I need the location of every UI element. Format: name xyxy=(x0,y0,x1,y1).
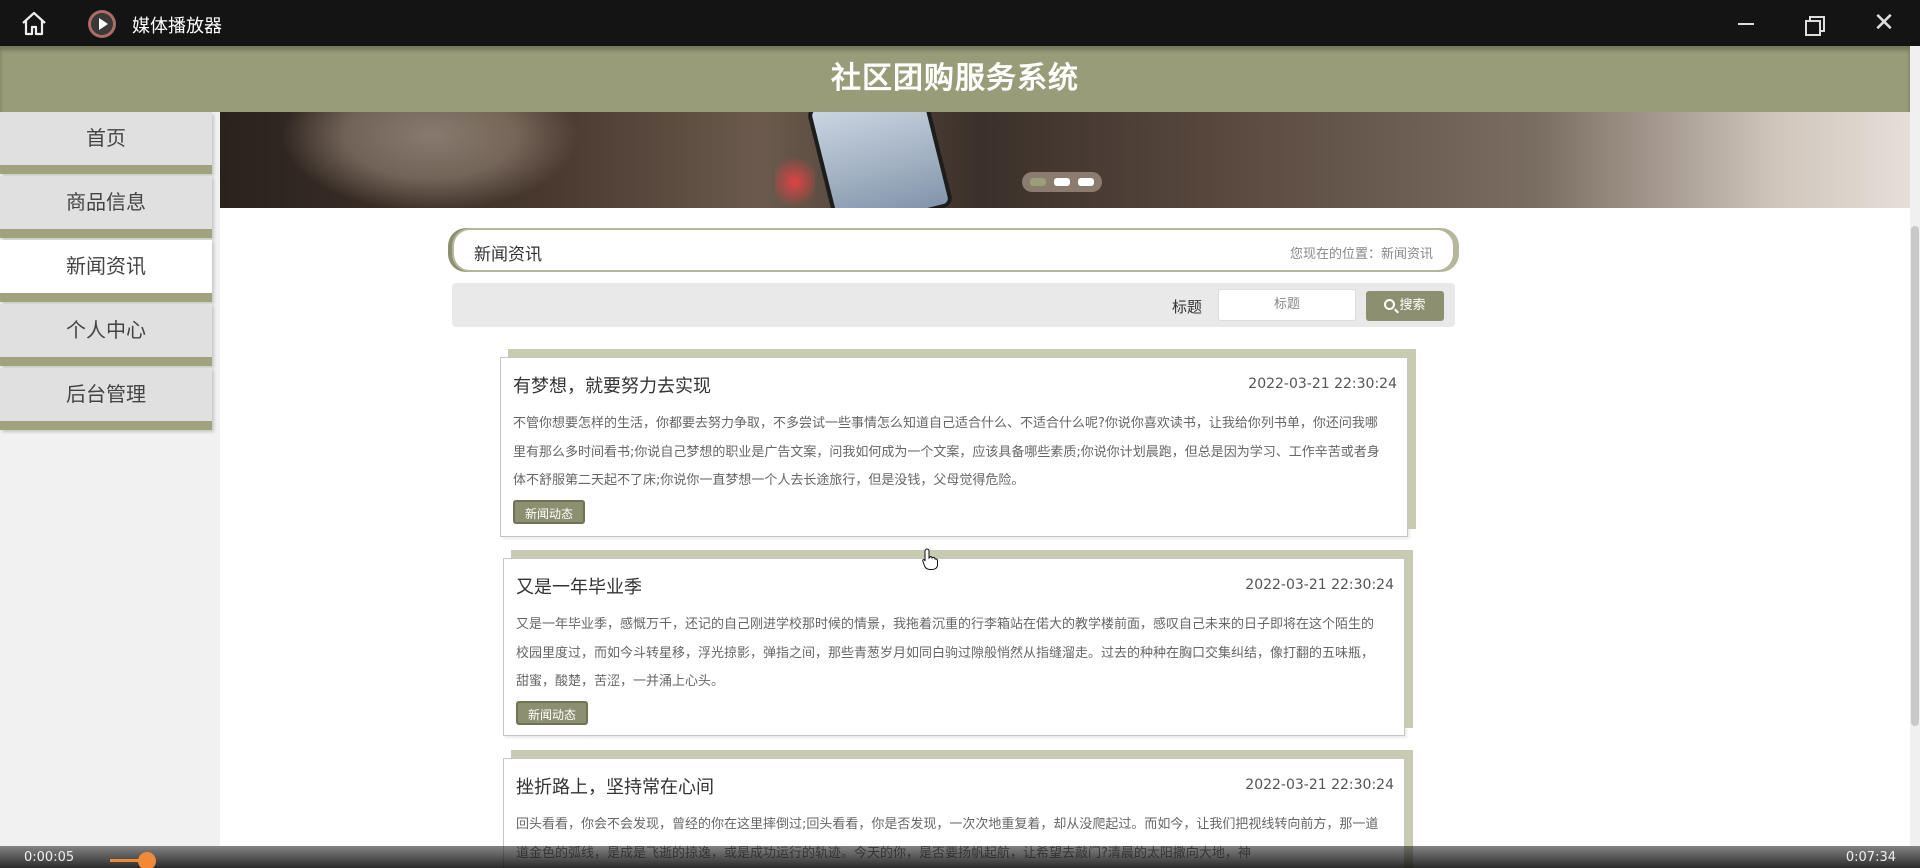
banner-carousel[interactable] xyxy=(220,112,1910,208)
close-button[interactable]: ✕ xyxy=(1864,8,1904,38)
location-text: 您现在的位置：新闻资讯 xyxy=(1289,247,1433,262)
sidebar-nav: 首页 商品信息 新闻资讯 个人中心 后台管理 xyxy=(0,112,220,846)
player-bar: 0:00:05 0:07:34 xyxy=(0,846,1920,868)
news-summary: 又是一年毕业季，感慨万千，还记的自己刚进学校那时候的情景，我拖着沉重的行李箱站在… xyxy=(516,617,1375,689)
banner-phone-image xyxy=(806,112,954,208)
sidebar-item-profile[interactable]: 个人中心 xyxy=(0,304,212,366)
news-card[interactable]: 有梦想，就要努力去实现 2022-03-21 22:30:24 不管你想要怎样的… xyxy=(500,357,1408,537)
hand-cursor-icon xyxy=(922,548,938,570)
sidebar-item-home[interactable]: 首页 xyxy=(0,112,212,174)
news-time: 2022-03-21 22:30:24 xyxy=(1248,376,1397,392)
news-summary: 不管你想要怎样的生活，你都要去努力争取，不多尝试一些事情怎么知道自己适合什么、不… xyxy=(513,416,1380,488)
sidebar-item-products[interactable]: 商品信息 xyxy=(0,176,212,238)
news-title[interactable]: 有梦想，就要努力去实现 xyxy=(513,372,711,398)
total-time: 0:07:34 xyxy=(1845,850,1896,865)
news-tag[interactable]: 新闻动态 xyxy=(516,701,588,725)
breadcrumb: 新闻资讯 您现在的位置：新闻资讯 xyxy=(452,228,1455,272)
sidebar-item-news[interactable]: 新闻资讯 xyxy=(0,240,212,302)
window-title-bar: 媒体播放器 ✕ xyxy=(0,0,1920,46)
section-title: 新闻资讯 xyxy=(474,245,542,265)
search-button[interactable]: 搜索 xyxy=(1366,291,1444,321)
page-scrollbar[interactable] xyxy=(1910,46,1920,846)
news-tag[interactable]: 新闻动态 xyxy=(513,500,585,524)
sidebar-item-admin[interactable]: 后台管理 xyxy=(0,368,212,430)
banner-image xyxy=(280,112,580,208)
news-time: 2022-03-21 22:30:24 xyxy=(1245,577,1394,593)
app-title: 媒体播放器 xyxy=(132,16,222,37)
site-title: 社区团购服务系统 xyxy=(831,61,1079,96)
news-title[interactable]: 挫折路上，坚持常在心间 xyxy=(516,773,714,799)
title-search-input[interactable]: 标题 xyxy=(1218,289,1356,321)
carousel-dot-2[interactable] xyxy=(1054,178,1070,186)
news-card[interactable]: 又是一年毕业季 2022-03-21 22:30:24 又是一年毕业季，感慨万千… xyxy=(503,558,1405,736)
search-bar: 标题 标题 搜索 xyxy=(452,283,1455,327)
elapsed-time: 0:00:05 xyxy=(24,850,75,865)
site-header: 社区团购服务系统 xyxy=(0,46,1910,112)
home-icon[interactable] xyxy=(20,10,48,36)
carousel-dot-1[interactable] xyxy=(1030,178,1046,186)
carousel-indicators xyxy=(1022,172,1102,192)
progress-played xyxy=(110,859,140,862)
banner-image-detail xyxy=(775,152,815,208)
search-icon xyxy=(1384,299,1396,310)
seek-slider[interactable] xyxy=(138,852,156,868)
restore-button[interactable] xyxy=(1795,8,1835,38)
minimize-button[interactable] xyxy=(1726,8,1766,38)
media-player-icon xyxy=(88,10,116,38)
news-time: 2022-03-21 22:30:24 xyxy=(1245,777,1394,793)
news-title[interactable]: 又是一年毕业季 xyxy=(516,573,642,599)
search-button-label: 搜索 xyxy=(1399,298,1426,313)
search-label: 标题 xyxy=(1172,298,1203,316)
scrollbar-thumb[interactable] xyxy=(1911,226,1919,726)
carousel-dot-3[interactable] xyxy=(1078,178,1094,186)
